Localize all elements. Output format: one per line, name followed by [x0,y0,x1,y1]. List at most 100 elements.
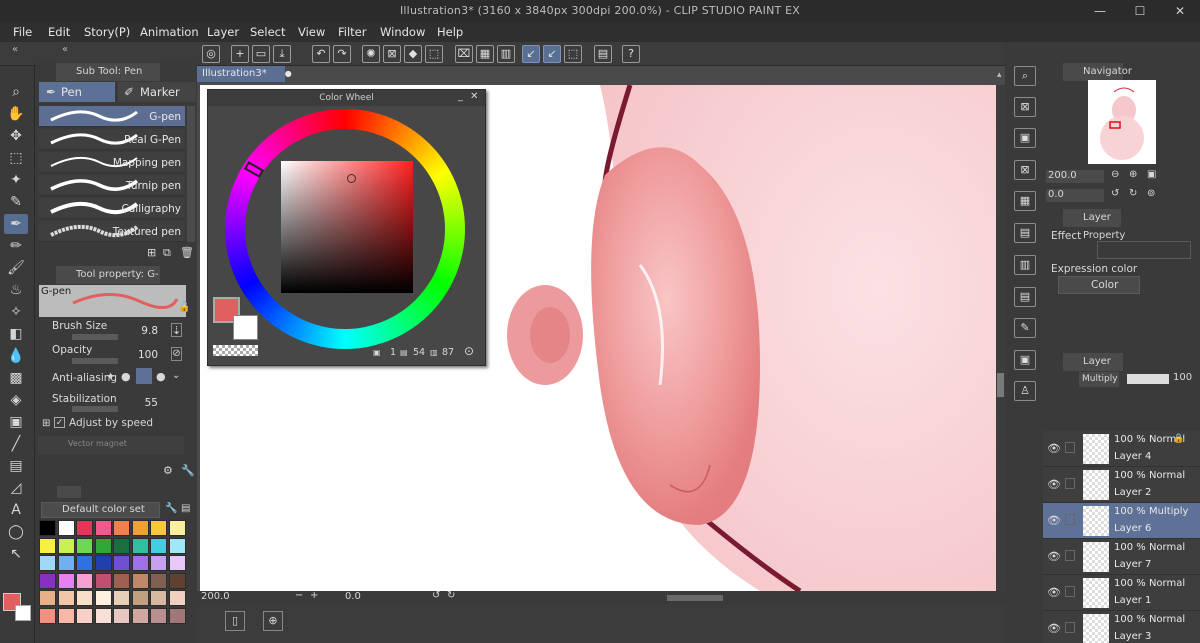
brush-tool-icon[interactable]: 🖌 [4,258,28,278]
snap-special-icon[interactable]: ↙ [543,45,561,63]
redo-icon[interactable]: ↷ [333,45,351,63]
color-swatch[interactable] [94,537,112,554]
lock-icon[interactable]: 🔓 [178,302,190,313]
layer-settings-icon[interactable]: ⊕ [263,611,283,631]
nav-reset-icon[interactable]: ⊚ [1147,188,1155,199]
search-layer-icon[interactable]: ⌕ [1014,66,1036,86]
layer-lock-box[interactable] [1065,442,1075,453]
menu-animation[interactable]: Animation [140,25,199,39]
color-swatch[interactable] [150,607,167,624]
visibility-eye-icon[interactable]: 👁 [1047,514,1061,527]
tool-settings-icon[interactable]: ⚙ [163,464,173,477]
material-icon[interactable]: ⊠ [1014,97,1036,117]
visibility-eye-icon[interactable]: 👁 [1047,622,1061,635]
color-swatch[interactable] [57,555,75,571]
color-swatch[interactable] [39,607,56,624]
decoration-tool-icon[interactable]: ✧ [4,302,28,322]
canvas-vertical-scrollbar[interactable] [996,85,1005,591]
material-10-icon[interactable]: ♙ [1014,381,1036,401]
color-swatch[interactable] [131,607,149,624]
visibility-eye-icon[interactable]: 👁 [1047,550,1061,563]
fill-tool-icon[interactable]: ▩ [4,368,28,388]
frame-tool-icon[interactable]: ▤ [4,456,28,476]
nav-rotate-right-icon[interactable]: ↻ [1129,188,1137,199]
add-subtool-icon[interactable]: ⊞ [147,246,156,259]
menu-select[interactable]: Select [250,25,285,39]
pen-tool-icon[interactable]: ✒ [4,214,28,234]
zoom-in-icon[interactable]: + [310,590,318,601]
timeline-icon[interactable]: ▯ [225,611,245,631]
snap-ruler-icon[interactable]: ↙ [522,45,540,63]
airbrush-tool-icon[interactable]: ♨ [4,280,28,300]
selection-tool-icon[interactable]: ⬚ [4,148,28,168]
color-swatch[interactable] [168,590,186,606]
color-swatch[interactable] [39,537,56,554]
color-set-tab[interactable] [57,486,81,498]
saturation-value[interactable]: 54 [413,347,425,358]
layer-row[interactable]: 👁 100 % Normal Layer 1 [1043,575,1200,611]
hue-value[interactable]: 1 [390,347,396,358]
collapse-left-icon[interactable]: « [12,44,18,55]
brush-item-turnip-pen[interactable]: Turnip pen [39,175,185,196]
color-swatch[interactable] [131,537,149,554]
antialias-strong-icon[interactable]: ● [156,370,166,383]
material-8-icon[interactable]: ✎ [1014,318,1036,338]
color-set-menu-icon[interactable]: ▤ [181,503,190,514]
nav-rotate-left-icon[interactable]: ↺ [1111,188,1119,199]
layer-row[interactable]: 👁 100 % Normal Layer 2 [1043,467,1200,503]
expression-color-dropdown[interactable]: Color [1058,276,1140,294]
save-icon[interactable]: ⤓ [273,45,291,63]
vector-magnet-row[interactable]: Vector magnet [38,436,184,454]
layer-lock-box[interactable] [1065,478,1075,489]
color-swatch[interactable] [131,555,149,571]
expand-icon[interactable]: ⊞ [42,418,50,429]
color-swatch[interactable] [39,590,56,606]
color-swatch[interactable] [76,572,93,589]
menu-layer[interactable]: Layer [207,25,239,39]
menu-window[interactable]: Window [380,25,425,39]
color-swatch[interactable] [168,555,186,571]
color-swatch[interactable] [76,537,93,554]
material-2-icon[interactable]: ▣ [1014,128,1036,148]
color-set-dropdown[interactable]: Default color set [41,502,160,518]
color-swatch[interactable] [57,537,75,554]
scroll-up-icon[interactable]: ▴ [997,70,1002,80]
navigator-thumbnail[interactable] [1088,80,1156,164]
move-tool-icon[interactable]: ✋ [4,104,28,124]
brush-item-textured-pen[interactable]: Textured pen [39,221,185,242]
color-swatch[interactable] [168,537,186,554]
layer-opacity-value[interactable]: 100 [1173,372,1192,383]
color-swatch[interactable] [113,555,130,571]
nav-zoom-out-icon[interactable]: ⊖ [1111,169,1119,180]
color-swatch[interactable] [39,555,56,571]
adjust-speed-checkbox[interactable]: ✓ [54,417,65,428]
layer-opacity-slider[interactable] [1127,374,1169,384]
color-swatch[interactable] [131,590,149,606]
color-swatch[interactable] [76,590,93,606]
nav-zoom-in-icon[interactable]: ⊕ [1129,169,1137,180]
color-swatch[interactable] [57,590,75,606]
layer-lock-box[interactable] [1065,586,1075,597]
color-swatch[interactable] [94,555,112,571]
delete-subtool-icon[interactable]: 🗑 [180,246,194,259]
help-icon[interactable]: ? [622,45,640,63]
menu-story[interactable]: Story(P) [84,25,130,39]
collapse-left-icon-2[interactable]: « [62,44,68,55]
transform-icon[interactable]: ⬚ [425,45,443,63]
layer-tab[interactable]: Layer [1063,353,1123,371]
rotate-right-icon[interactable]: ↻ [447,590,455,601]
material-5-icon[interactable]: ▤ [1014,223,1036,243]
invert-select-icon[interactable]: ▦ [476,45,494,63]
color-swatch[interactable] [57,572,75,589]
stabilization-value[interactable]: 55 [128,397,158,409]
zoom-out-icon[interactable]: − [295,590,303,601]
color-set-settings-icon[interactable]: 🔧 [165,503,177,514]
new-file-icon[interactable]: + [231,45,249,63]
color-swatch[interactable] [94,572,112,589]
wrench-icon[interactable]: 🔧 [181,464,195,477]
clip-studio-icon[interactable]: ◎ [202,45,220,63]
ruler-icon[interactable]: ▤ [594,45,612,63]
antialias-weak-icon[interactable]: ● [121,370,131,383]
color-swatch[interactable] [76,520,93,536]
transparent-color-chip[interactable] [213,345,258,356]
